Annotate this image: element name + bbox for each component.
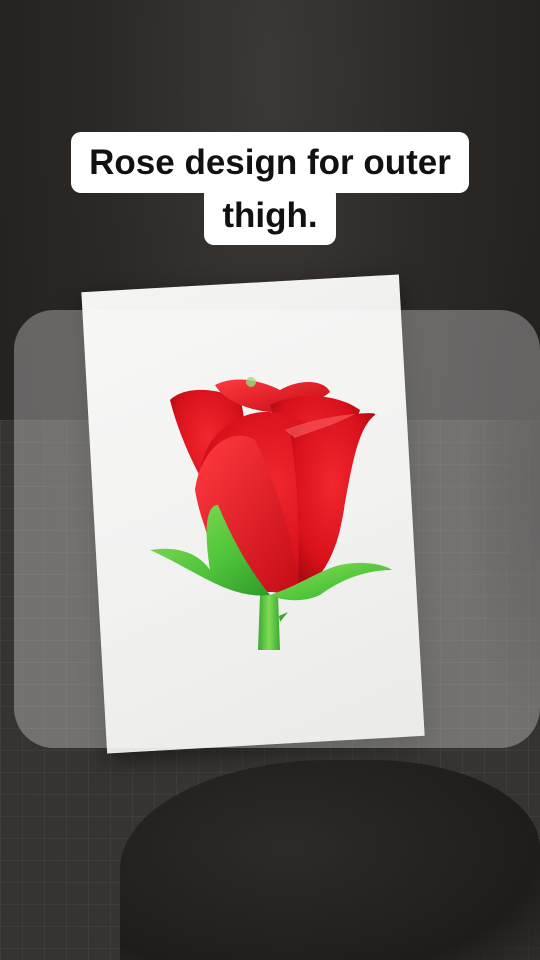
rose-stem — [258, 595, 280, 650]
rose-dot — [246, 377, 256, 387]
caption-line-2: thigh. — [204, 184, 336, 245]
hand-shadow — [120, 760, 540, 960]
caption: Rose design for outer thigh. — [0, 132, 540, 245]
caption-line-1: Rose design for outer — [71, 132, 469, 193]
rose-thorn — [279, 612, 288, 622]
rose-icon — [150, 377, 392, 650]
